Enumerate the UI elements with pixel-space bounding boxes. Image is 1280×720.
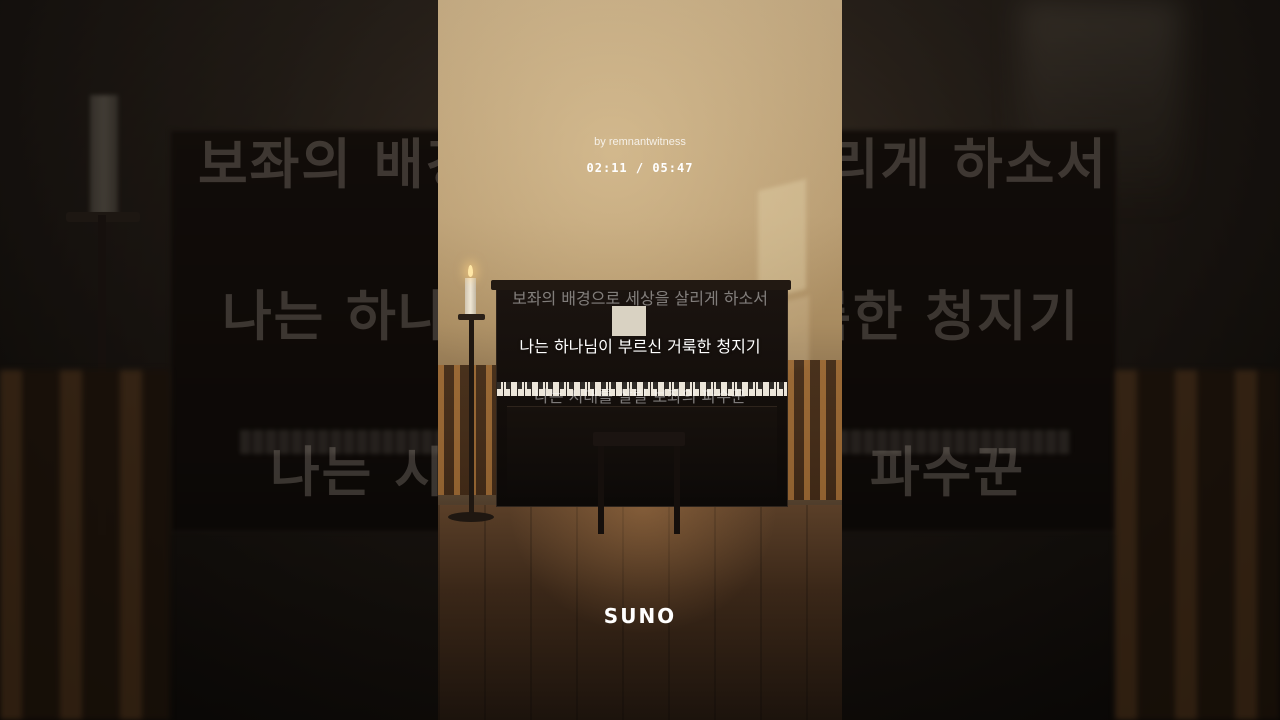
suno-logo[interactable]: SUNO (438, 604, 842, 628)
piano-bench (593, 432, 685, 446)
lyric-previous-line: 보좌의 배경으로 세상을 살리게 하소서 (512, 289, 768, 308)
video-panel[interactable]: by remnantwitness 02:11 / 05:47 보좌의 배경으로… (438, 0, 842, 720)
author-credit: by remnantwitness (594, 136, 686, 148)
candle-plate (458, 314, 485, 320)
playback-time: 02:11 / 05:47 (586, 161, 694, 175)
lyric-current-line: 나는 하나님이 부르신 거룩한 청지기 (519, 337, 761, 356)
pews-right (788, 360, 842, 500)
piano-lower-panel (507, 406, 777, 497)
sheet-music (612, 306, 646, 336)
candle-flame-icon (468, 265, 473, 277)
bench-leg-right (674, 446, 680, 534)
bench-leg-left (598, 446, 604, 534)
lyric-next-line: 나는 시대를 살릴 보좌의 파수꾼 (534, 387, 746, 406)
candle-stand-base (448, 512, 494, 522)
